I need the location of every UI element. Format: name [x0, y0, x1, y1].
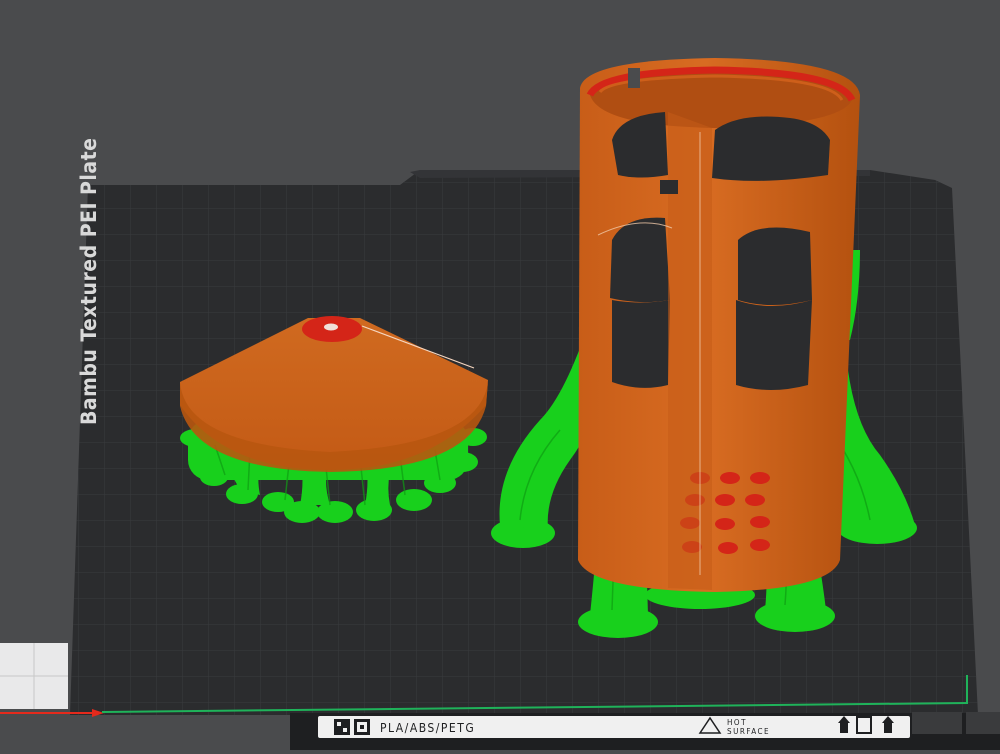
filament-compatibility-label: PLA/ABS/PETG — [380, 721, 475, 735]
plate-corner-tile — [0, 643, 68, 709]
plate-qr-icon — [354, 719, 370, 735]
hot-surface-label-line2: SURFACE — [727, 727, 770, 736]
hot-surface-label-line1: HOT — [727, 718, 747, 727]
3d-viewport[interactable]: Bambu Textured PEI Plate PLA/ABS/PETG HO… — [0, 0, 1000, 750]
plate-name-label: Bambu Textured PEI Plate — [77, 138, 101, 425]
plate-logo-icon — [334, 719, 350, 735]
